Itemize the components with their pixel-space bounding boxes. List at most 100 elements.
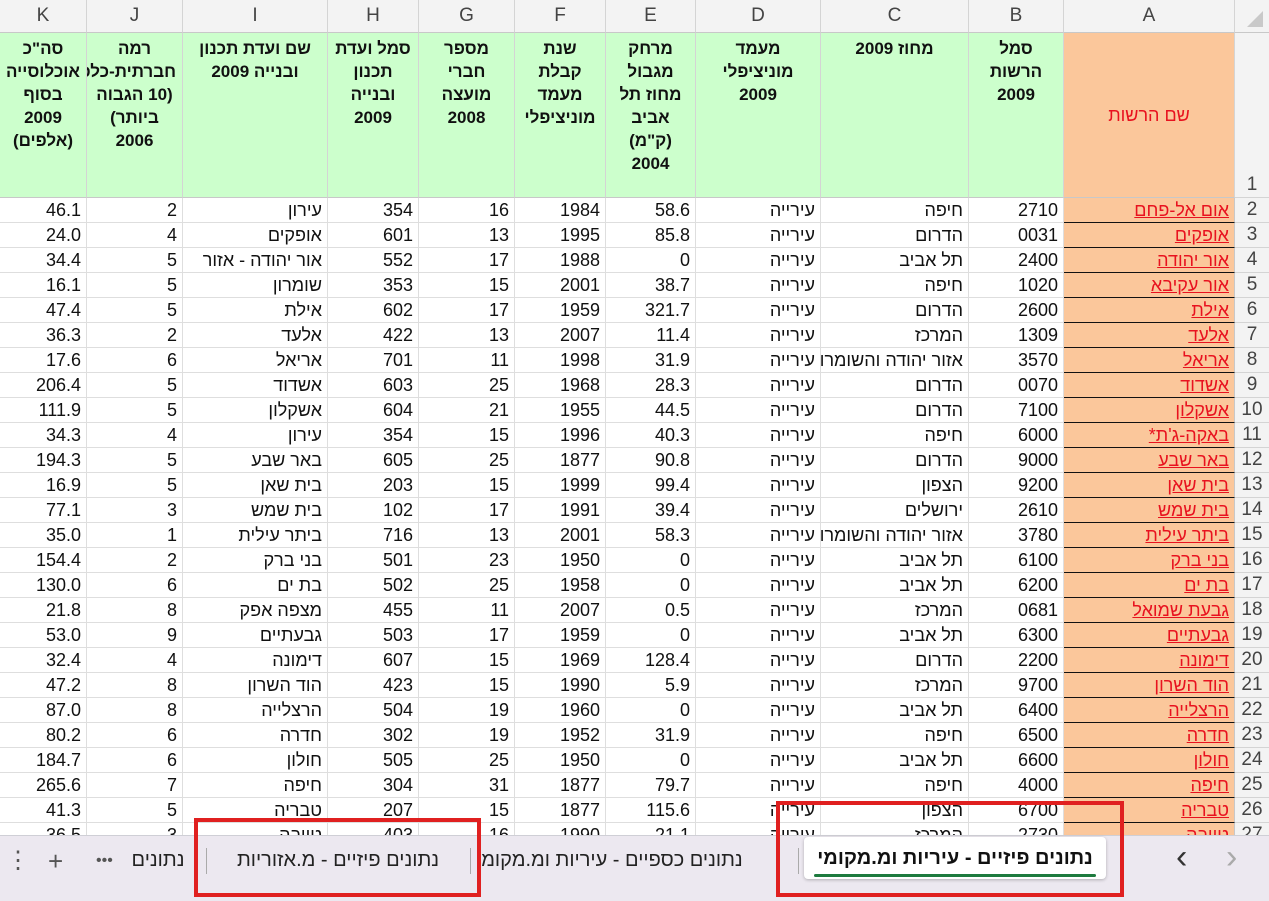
- cell-a[interactable]: אופקים: [1064, 223, 1235, 248]
- column-header-f[interactable]: F: [515, 0, 606, 33]
- cell-j[interactable]: 6: [87, 573, 183, 598]
- cell-j[interactable]: 7: [87, 773, 183, 798]
- cell-d[interactable]: עירייה: [696, 423, 821, 448]
- cell-g[interactable]: 11: [419, 598, 515, 623]
- cell-h[interactable]: 607: [328, 648, 419, 673]
- cell-f[interactable]: 1998: [515, 348, 606, 373]
- header-cell-k[interactable]: סה"כ אוכלוסייה בסוף 2009 (אלפים): [0, 33, 87, 198]
- cell-k[interactable]: 206.4: [0, 373, 87, 398]
- cell-k[interactable]: 46.1: [0, 198, 87, 223]
- cell-g[interactable]: 15: [419, 648, 515, 673]
- cell-d[interactable]: עירייה: [696, 473, 821, 498]
- cell-i[interactable]: ביתר עילית: [183, 523, 328, 548]
- cell-f[interactable]: 2007: [515, 598, 606, 623]
- cell-g[interactable]: 11: [419, 348, 515, 373]
- cell-i[interactable]: אשדוד: [183, 373, 328, 398]
- cell-f[interactable]: 1950: [515, 748, 606, 773]
- column-header-a[interactable]: A: [1064, 0, 1235, 33]
- cell-h[interactable]: 455: [328, 598, 419, 623]
- cell-i[interactable]: חדרה: [183, 723, 328, 748]
- cell-i[interactable]: הוד השרון: [183, 673, 328, 698]
- cell-d[interactable]: עירייה: [696, 673, 821, 698]
- cell-a[interactable]: אשקלון: [1064, 398, 1235, 423]
- row-header[interactable]: 23: [1235, 723, 1269, 748]
- cell-c[interactable]: הדרום: [821, 223, 969, 248]
- cell-k[interactable]: 34.4: [0, 248, 87, 273]
- cell-a[interactable]: ביתר עילית: [1064, 523, 1235, 548]
- cell-h[interactable]: 423: [328, 673, 419, 698]
- row-header[interactable]: 3: [1235, 223, 1269, 248]
- cell-k[interactable]: 17.6: [0, 348, 87, 373]
- cell-h[interactable]: 605: [328, 448, 419, 473]
- cell-b[interactable]: 9200: [969, 473, 1064, 498]
- cell-b[interactable]: 6500: [969, 723, 1064, 748]
- cell-a[interactable]: אילת: [1064, 298, 1235, 323]
- cell-c[interactable]: אזור יהודה והשומרון: [821, 523, 969, 548]
- cell-c[interactable]: תל אביב: [821, 748, 969, 773]
- cell-b[interactable]: 2600: [969, 298, 1064, 323]
- row-header[interactable]: 2: [1235, 198, 1269, 223]
- cell-g[interactable]: 19: [419, 723, 515, 748]
- cell-k[interactable]: 16.1: [0, 273, 87, 298]
- cell-f[interactable]: 1877: [515, 448, 606, 473]
- column-header-k[interactable]: K: [0, 0, 87, 33]
- cell-c[interactable]: הדרום: [821, 298, 969, 323]
- cell-i[interactable]: חולון: [183, 748, 328, 773]
- cell-k[interactable]: 265.6: [0, 773, 87, 798]
- cell-h[interactable]: 354: [328, 423, 419, 448]
- cell-d[interactable]: עירייה: [696, 748, 821, 773]
- cell-f[interactable]: 1988: [515, 248, 606, 273]
- cell-g[interactable]: 17: [419, 623, 515, 648]
- cell-d[interactable]: עירייה: [696, 223, 821, 248]
- column-header-j[interactable]: J: [87, 0, 183, 33]
- cell-k[interactable]: 87.0: [0, 698, 87, 723]
- cell-e[interactable]: 128.4: [606, 648, 696, 673]
- cell-j[interactable]: 8: [87, 698, 183, 723]
- cell-c[interactable]: הדרום: [821, 448, 969, 473]
- column-header-e[interactable]: E: [606, 0, 696, 33]
- header-cell-g[interactable]: מספר חברי מועצה 2008: [419, 33, 515, 198]
- cell-i[interactable]: מצפה אפק: [183, 598, 328, 623]
- cell-e[interactable]: 21.1: [606, 823, 696, 835]
- cell-a[interactable]: באר שבע: [1064, 448, 1235, 473]
- header-cell-b[interactable]: סמל הרשות 2009: [969, 33, 1064, 198]
- cell-k[interactable]: 35.0: [0, 523, 87, 548]
- cell-b[interactable]: 4000: [969, 773, 1064, 798]
- cell-b[interactable]: 0070: [969, 373, 1064, 398]
- cell-c[interactable]: תל אביב: [821, 573, 969, 598]
- cell-d[interactable]: עירייה: [696, 773, 821, 798]
- cell-k[interactable]: 16.9: [0, 473, 87, 498]
- cell-e[interactable]: 5.9: [606, 673, 696, 698]
- cell-e[interactable]: 90.8: [606, 448, 696, 473]
- cell-f[interactable]: 1952: [515, 723, 606, 748]
- cell-g[interactable]: 15: [419, 673, 515, 698]
- cell-f[interactable]: 1968: [515, 373, 606, 398]
- cell-k[interactable]: 21.8: [0, 598, 87, 623]
- cell-c[interactable]: תל אביב: [821, 698, 969, 723]
- cell-c[interactable]: תל אביב: [821, 623, 969, 648]
- row-header[interactable]: 15: [1235, 523, 1269, 548]
- cell-e[interactable]: 31.9: [606, 348, 696, 373]
- cell-f[interactable]: 2007: [515, 323, 606, 348]
- cell-j[interactable]: 5: [87, 473, 183, 498]
- cell-g[interactable]: 15: [419, 473, 515, 498]
- header-cell-f[interactable]: שנת קבלת מעמד מוניציפלי: [515, 33, 606, 198]
- cell-c[interactable]: חיפה: [821, 198, 969, 223]
- cell-e[interactable]: 115.6: [606, 798, 696, 823]
- cell-b[interactable]: 9000: [969, 448, 1064, 473]
- cell-e[interactable]: 0: [606, 573, 696, 598]
- cell-f[interactable]: 1996: [515, 423, 606, 448]
- cell-c[interactable]: אזור יהודה והשומרון: [821, 348, 969, 373]
- cell-k[interactable]: 77.1: [0, 498, 87, 523]
- cell-a[interactable]: חולון: [1064, 748, 1235, 773]
- cell-c[interactable]: תל אביב: [821, 248, 969, 273]
- cell-i[interactable]: בני ברק: [183, 548, 328, 573]
- cell-b[interactable]: 6400: [969, 698, 1064, 723]
- tab-data-truncated[interactable]: נתונים: [128, 836, 188, 884]
- cell-e[interactable]: 0: [606, 623, 696, 648]
- spreadsheet-grid[interactable]: ABCDEFGHIJK שם הרשות סמל הרשות 2009 מחוז 2…: [0, 0, 1269, 835]
- cell-b[interactable]: 2200: [969, 648, 1064, 673]
- cell-h[interactable]: 603: [328, 373, 419, 398]
- row-header[interactable]: 26: [1235, 798, 1269, 823]
- cell-e[interactable]: 321.7: [606, 298, 696, 323]
